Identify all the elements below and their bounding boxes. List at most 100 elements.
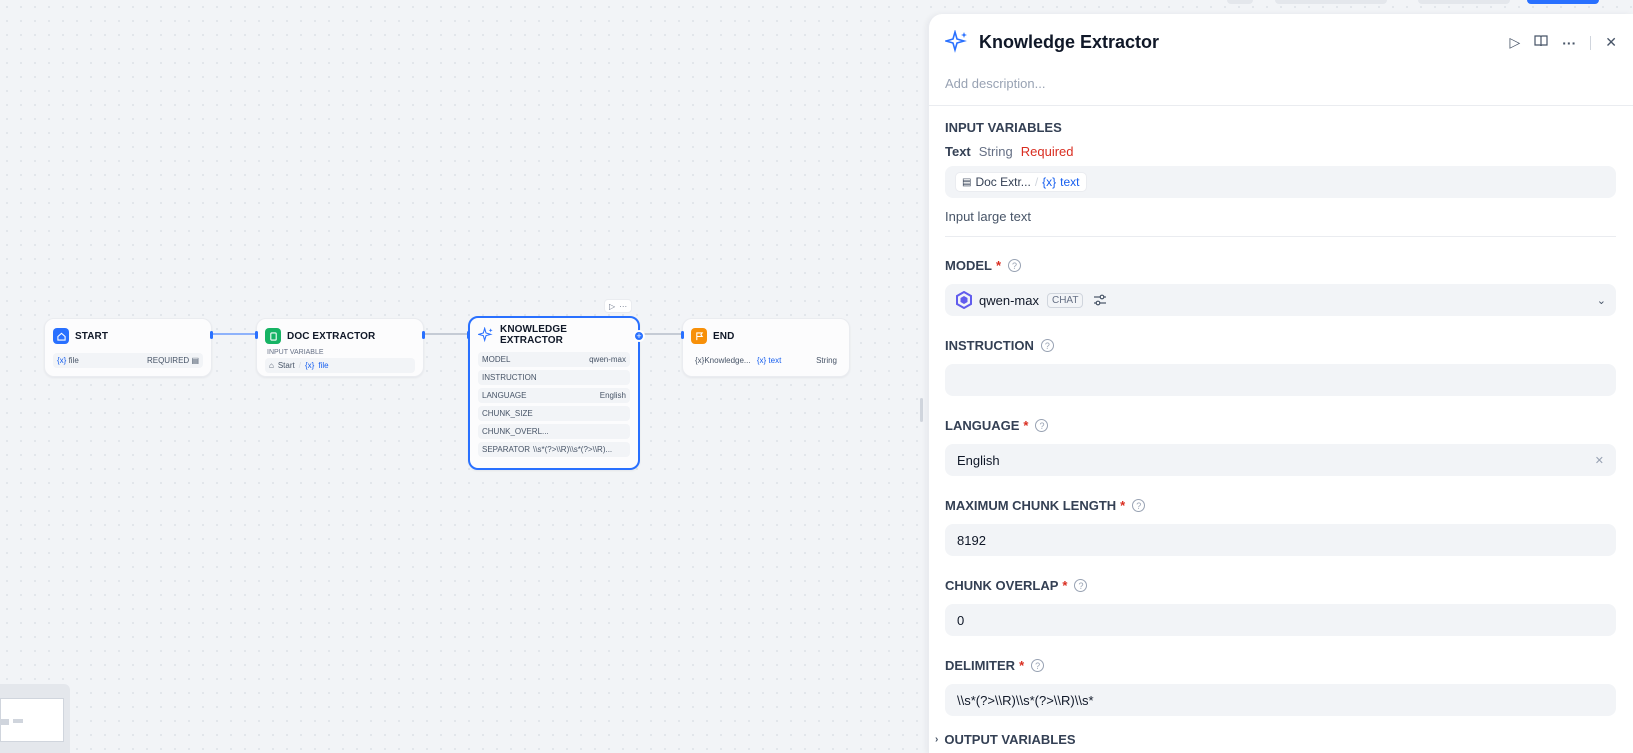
doc-small-icon: ▤: [191, 356, 199, 365]
node-title: DOC EXTRACTOR: [287, 330, 376, 342]
divider: [945, 236, 1616, 237]
output-variables-label: OUTPUT VARIABLES: [944, 732, 1076, 747]
flag-icon: [691, 328, 707, 344]
sparkle-icon: [478, 327, 494, 343]
node-doc-extractor[interactable]: DOC EXTRACTOR INPUT VARIABLE ⌂ Start / {…: [255, 318, 425, 377]
var-name: file: [68, 356, 79, 365]
var-type: String: [978, 144, 1013, 159]
help-icon: ?: [1008, 259, 1022, 272]
input-variable-meta: Text String Required: [945, 144, 1074, 159]
add-next-node-icon[interactable]: +: [633, 330, 645, 342]
publish-button-remnant[interactable]: [1527, 0, 1599, 4]
src-node: Start: [277, 361, 295, 370]
node-param-row: INSTRUCTION: [478, 370, 630, 385]
model-label: MODEL *?: [945, 258, 1022, 273]
input-handle[interactable]: [681, 331, 684, 339]
panel-title[interactable]: Knowledge Extractor: [979, 32, 1159, 53]
workflow-canvas[interactable]: START {x} file REQUIRED ▤ DOC EXTRACTOR …: [0, 0, 928, 753]
input-variable-selector[interactable]: ▤ Doc Extr... / {x} text: [945, 166, 1616, 198]
param-key: MODEL: [482, 355, 511, 364]
src-var: text: [768, 356, 782, 365]
document-icon: ▤: [962, 176, 972, 188]
panel-tools: ▷ ··· ✕: [1509, 34, 1617, 51]
more-icon[interactable]: ···: [619, 302, 627, 311]
home-icon: [53, 328, 69, 344]
instruction-input[interactable]: [945, 364, 1616, 396]
variable-icon: {x}: [304, 361, 315, 370]
max-chunk-input[interactable]: 8192: [945, 524, 1616, 556]
separator: /: [1034, 175, 1039, 189]
play-icon[interactable]: ▷: [609, 302, 615, 311]
param-key: INSTRUCTION: [482, 373, 537, 382]
node-param-row: MODEL qwen-max: [478, 352, 630, 367]
delimiter-input[interactable]: \\s*(?>\\R)\\s*(?>\\R)\\s*: [945, 684, 1616, 716]
chevron-down-icon[interactable]: ⌄: [1597, 294, 1606, 307]
src-var: text: [1060, 175, 1080, 189]
instruction-label: INSTRUCTION?: [945, 338, 1054, 353]
toolbar-button-remnant[interactable]: [1418, 0, 1510, 4]
node-title: END: [713, 330, 735, 342]
run-icon[interactable]: ▷: [1509, 34, 1520, 51]
qwen-logo-icon: [955, 291, 973, 309]
help-icon: ?: [1040, 339, 1054, 352]
clear-icon[interactable]: ✕: [1595, 454, 1604, 467]
node-actions: ▷ ···: [604, 299, 633, 313]
node-param-row: CHUNK_OVERL...: [478, 424, 630, 439]
node-param-row: CHUNK_SIZE: [478, 406, 630, 421]
input-handle[interactable]: [255, 331, 258, 339]
chunk-overlap-input[interactable]: 0: [945, 604, 1616, 636]
more-icon[interactable]: ···: [1562, 35, 1576, 51]
output-handle[interactable]: [210, 331, 213, 339]
model-mode-tag: CHAT: [1046, 292, 1084, 308]
max-chunk-label: MAXIMUM CHUNK LENGTH *?: [945, 498, 1146, 513]
var-type: String: [816, 356, 837, 365]
variable-icon: {x}: [57, 356, 67, 365]
param-value: English: [599, 391, 626, 400]
variable-icon: {x}: [1042, 175, 1057, 189]
book-icon[interactable]: [1534, 34, 1548, 51]
divider: [1590, 35, 1592, 50]
help-icon: ?: [1035, 419, 1049, 432]
param-value: qwen-max: [589, 355, 626, 364]
node-end[interactable]: END {x}Knowledge... {x} text String: [681, 318, 850, 377]
src-node: Doc Extr...: [975, 175, 1031, 189]
description-input[interactable]: Add description...: [945, 76, 1045, 91]
output-handle[interactable]: [422, 331, 425, 339]
var-name: Text: [945, 144, 971, 159]
node-knowledge-extractor[interactable]: KNOWLEDGE EXTRACTOR MODEL qwen-max INSTRU…: [467, 316, 645, 470]
param-key: LANGUAGE: [482, 391, 527, 400]
input-variable-section-label: INPUT VARIABLE: [267, 349, 324, 356]
help-icon: ?: [1074, 579, 1088, 592]
node-param-row: LANGUAGE English: [478, 388, 630, 403]
node-var-row: ⌂ Start / {x} file: [265, 358, 415, 373]
var-required: Required: [1020, 144, 1074, 159]
sparkle-icon: [945, 30, 969, 54]
toolbar-button-remnant[interactable]: [1275, 0, 1387, 4]
help-icon: ?: [1132, 499, 1146, 512]
node-var-row: {x}Knowledge... {x} text String: [691, 353, 841, 368]
variable-icon: {x}: [756, 356, 767, 365]
panel-header: Knowledge Extractor ▷ ··· ✕ Add descript…: [929, 14, 1633, 106]
panel-resize-handle[interactable]: [920, 398, 923, 422]
variable-chip[interactable]: ▤ Doc Extr... / {x} text: [955, 172, 1087, 192]
input-handle[interactable]: [467, 331, 470, 339]
language-select[interactable]: English ✕: [945, 444, 1616, 476]
language-value: English: [957, 452, 1000, 468]
model-selector[interactable]: qwen-max CHAT ⌄: [945, 284, 1616, 316]
minimap-viewport[interactable]: [0, 698, 64, 742]
model-settings-icon[interactable]: [1093, 293, 1107, 307]
model-name: qwen-max: [979, 292, 1039, 308]
node-var-row: {x} file REQUIRED ▤: [53, 353, 203, 368]
minimap[interactable]: [0, 684, 70, 753]
toolbar-button-remnant[interactable]: [1227, 0, 1253, 4]
close-icon[interactable]: ✕: [1605, 34, 1617, 51]
input-variables-label: INPUT VARIABLES: [945, 120, 1062, 135]
chevron-right-icon: ›: [935, 734, 939, 745]
output-variables-toggle[interactable]: › OUTPUT VARIABLES: [935, 732, 1076, 747]
delimiter-label: DELIMITER *?: [945, 658, 1045, 673]
help-icon: ?: [1031, 659, 1045, 672]
required-label: REQUIRED: [146, 356, 190, 365]
node-start[interactable]: START {x} file REQUIRED ▤: [44, 318, 213, 377]
src-var: file: [318, 361, 329, 370]
param-key: SEPARATOR: [482, 445, 531, 454]
